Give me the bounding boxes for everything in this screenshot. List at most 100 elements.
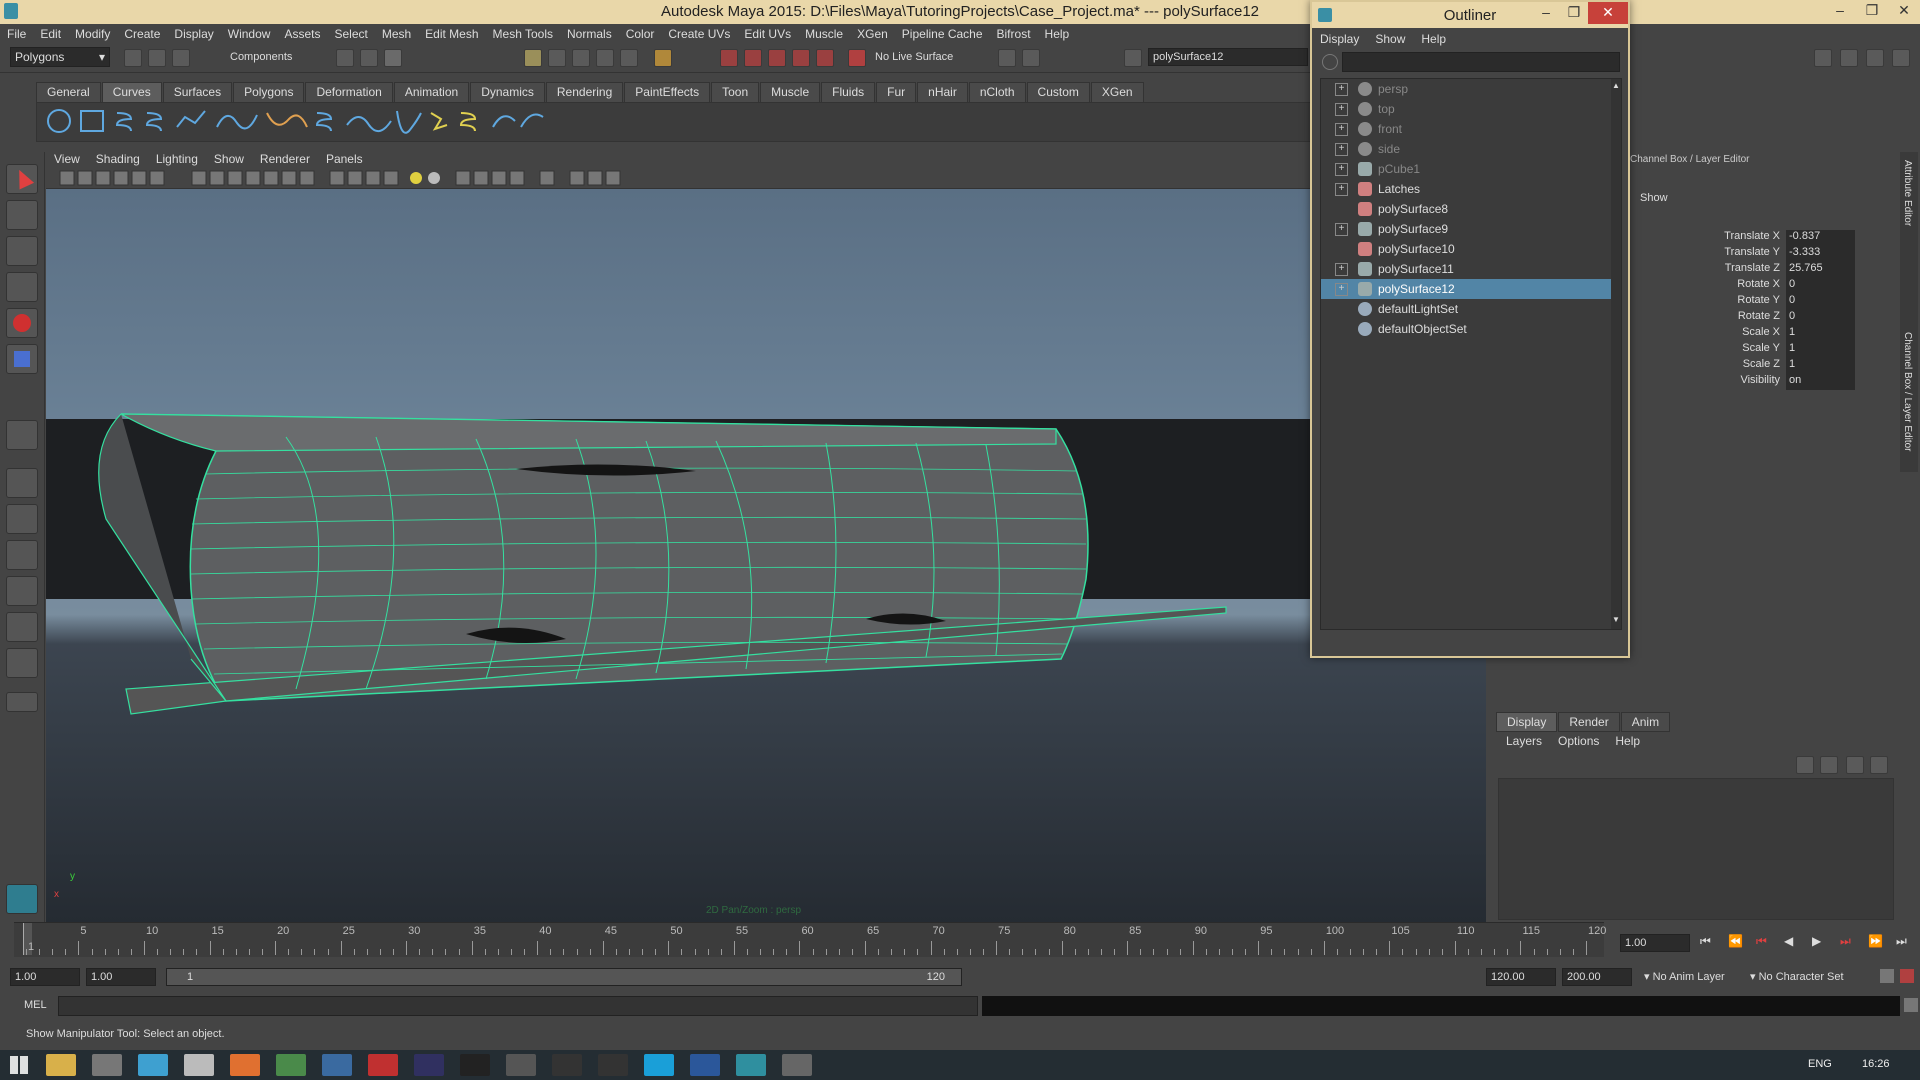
outliner-item-latches[interactable]: + Latches [1321, 179, 1621, 199]
chrome-icon[interactable] [276, 1054, 306, 1076]
channel-value[interactable]: 0 [1786, 278, 1855, 294]
channel-value[interactable]: 1 [1786, 326, 1855, 342]
menu-window[interactable]: Window [221, 27, 278, 41]
outliner-vertical-scrollbar[interactable]: ▲ ▼ [1611, 79, 1621, 629]
input-field-icon[interactable] [1124, 49, 1142, 67]
menu-edit-mesh[interactable]: Edit Mesh [418, 27, 485, 41]
maximize-button[interactable]: ❐ [1856, 0, 1888, 22]
render-settings-icon[interactable] [792, 49, 810, 67]
snap-grid-icon[interactable] [524, 49, 542, 67]
viewport-menu-renderer[interactable]: Renderer [252, 152, 318, 166]
shelf-tab-fluids[interactable]: Fluids [821, 82, 876, 102]
channel-rotate-z[interactable]: Rotate Z 0 [1620, 310, 1880, 326]
persp-outliner-layout-icon[interactable] [6, 540, 38, 570]
epic-launcher-icon[interactable] [598, 1054, 628, 1076]
layer-menu-help[interactable]: Help [1615, 734, 1640, 748]
expand-plus-icon[interactable]: + [1335, 82, 1348, 96]
live-surface-icon[interactable] [848, 49, 866, 67]
channel-value[interactable]: -0.837 [1786, 230, 1855, 246]
channel-rotate-x[interactable]: Rotate X 0 [1620, 278, 1880, 294]
outliner-item-polysurface8[interactable]: polySurface8 [1321, 199, 1621, 219]
expand-plus-icon[interactable]: + [1335, 102, 1348, 116]
outliner-item-persp[interactable]: + persp [1321, 79, 1621, 99]
menu-xgen[interactable]: XGen [850, 27, 895, 41]
animation-end-field[interactable]: 200.00 [1562, 968, 1632, 986]
select-component-icon[interactable] [384, 49, 402, 67]
channel-box-show-menu[interactable]: Show [1640, 192, 1668, 204]
select-hierarchy-icon[interactable] [336, 49, 354, 67]
character-set-dropdown[interactable]: ▾ No Character Set [1750, 970, 1844, 983]
play-backwards-icon[interactable]: ◀ [1784, 934, 1793, 948]
viewport-menu-lighting[interactable]: Lighting [148, 152, 206, 166]
outliner-maximize-button[interactable]: ❐ [1560, 2, 1588, 24]
play-forwards-icon[interactable]: ▶ [1812, 934, 1821, 948]
expand-plus-icon[interactable]: + [1335, 162, 1348, 176]
viewport-menu-panels[interactable]: Panels [318, 152, 371, 166]
outliner-menu-display[interactable]: Display [1312, 32, 1367, 46]
outliner-item-top[interactable]: + top [1321, 99, 1621, 119]
mode-dropdown[interactable]: Polygons ▾ [10, 47, 110, 67]
snap-point-icon[interactable] [572, 49, 590, 67]
show-modeling-toolkit-icon[interactable] [1814, 49, 1832, 67]
channel-scale-y[interactable]: Scale Y 1 [1620, 342, 1880, 358]
outliner-minimize-button[interactable]: – [1532, 2, 1560, 24]
minimize-button[interactable]: – [1824, 0, 1856, 22]
anim-layer-dropdown[interactable]: ▾ No Anim Layer [1644, 970, 1725, 983]
menu-bifrost[interactable]: Bifrost [990, 27, 1038, 41]
app-red-icon[interactable] [368, 1054, 398, 1076]
layer-tab-anim[interactable]: Anim [1620, 712, 1671, 732]
outliner-filter-icon[interactable] [1322, 54, 1338, 70]
go-to-start-icon[interactable]: ⏮ [1700, 934, 1711, 949]
auto-key-icon[interactable] [1880, 969, 1894, 983]
script-editor-icon[interactable] [1904, 998, 1918, 1012]
channel-translate-y[interactable]: Translate Y -3.333 [1620, 246, 1880, 262]
viewport-menu-shading[interactable]: Shading [88, 152, 148, 166]
channel-value[interactable]: 1 [1786, 358, 1855, 374]
outliner-item-polysurface9[interactable]: + polySurface9 [1321, 219, 1621, 239]
layer-list[interactable] [1498, 778, 1894, 920]
persp-graph-layout-icon[interactable] [6, 576, 38, 606]
menu-edit-uvs[interactable]: Edit UVs [737, 27, 798, 41]
channel-value[interactable]: 0 [1786, 310, 1855, 326]
step-forward-frame-icon[interactable]: ⏭ [1840, 934, 1851, 949]
app-globe-icon[interactable] [782, 1054, 812, 1076]
construction-history-icon[interactable] [998, 49, 1016, 67]
open-scene-icon[interactable] [148, 49, 166, 67]
shelf-tab-ncloth[interactable]: nCloth [968, 82, 1026, 102]
range-slider[interactable]: 1 120 [166, 968, 962, 986]
single-perspective-layout-icon[interactable] [6, 468, 38, 498]
show-tool-settings-icon[interactable] [1866, 49, 1884, 67]
animation-preferences-icon[interactable] [1900, 969, 1914, 983]
render-current-icon[interactable] [744, 49, 762, 67]
menu-color[interactable]: Color [619, 27, 662, 41]
help-icon[interactable] [620, 49, 638, 67]
menu-mesh[interactable]: Mesh [375, 27, 418, 41]
app-gear-icon[interactable] [506, 1054, 536, 1076]
clock[interactable]: 16:26 [1862, 1058, 1890, 1070]
firefox-icon[interactable] [138, 1054, 168, 1076]
scale-tool-icon[interactable] [6, 344, 38, 374]
step-back-frame-icon[interactable]: ⏮ [1756, 934, 1767, 949]
new-layer-selected-icon[interactable] [1820, 756, 1838, 774]
xform-constraint-icon[interactable] [1022, 49, 1040, 67]
shelf-tab-curves[interactable]: Curves [101, 82, 162, 102]
shelf-tab-toon[interactable]: Toon [711, 82, 760, 102]
viewport-toolbar-icons[interactable] [46, 168, 686, 188]
menu-normals[interactable]: Normals [560, 27, 619, 41]
skype-icon[interactable] [644, 1054, 674, 1076]
rotate-tool-icon[interactable] [6, 308, 38, 338]
outliner-item-pcube1[interactable]: + pCube1 [1321, 159, 1621, 179]
shelf-tab-rendering[interactable]: Rendering [545, 82, 624, 102]
menu-file[interactable]: File [0, 27, 33, 41]
command-input[interactable] [58, 996, 978, 1016]
ccleaner-icon[interactable] [322, 1054, 352, 1076]
ipr-render-icon[interactable] [768, 49, 786, 67]
calculator-icon[interactable] [92, 1054, 122, 1076]
new-scene-icon[interactable] [124, 49, 142, 67]
channel-value[interactable]: 1 [1786, 342, 1855, 358]
channel-translate-x[interactable]: Translate X -0.837 [1620, 230, 1880, 246]
shelf-tab-dynamics[interactable]: Dynamics [470, 82, 545, 102]
menu-edit[interactable]: Edit [33, 27, 68, 41]
channel-value[interactable]: 0 [1786, 294, 1855, 310]
paint-select-tool-icon[interactable] [6, 236, 38, 266]
